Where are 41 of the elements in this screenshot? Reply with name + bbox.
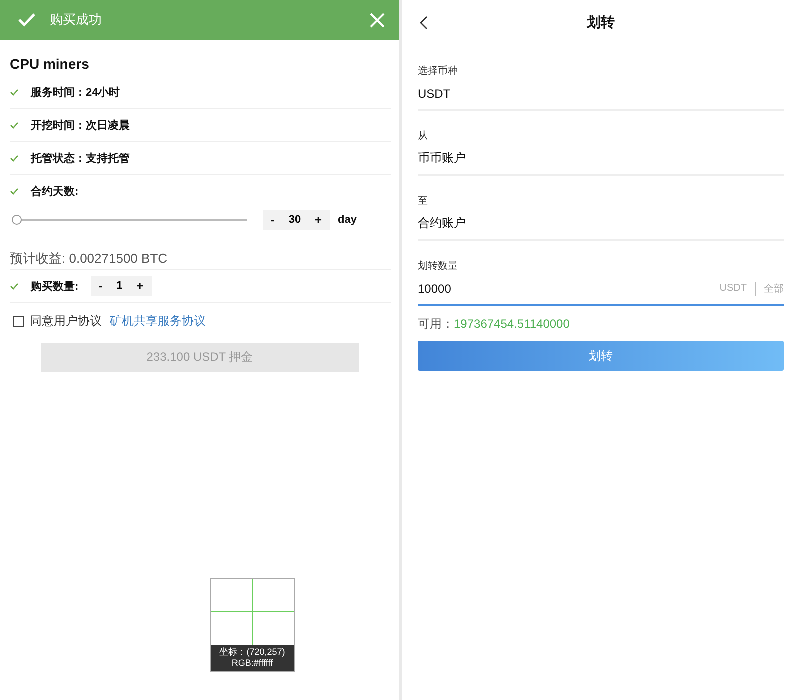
check-icon bbox=[10, 282, 19, 290]
select-field[interactable]: USDT bbox=[418, 78, 784, 111]
check-icon bbox=[10, 188, 19, 195]
amount-input[interactable]: 10000 bbox=[418, 282, 720, 296]
available-balance: 可用：197367454.51140000 bbox=[418, 316, 571, 333]
unit-label: day bbox=[338, 214, 357, 226]
contract-days-label: 合约天数: bbox=[31, 184, 79, 199]
stepper-value: 1 bbox=[116, 280, 124, 292]
plus-button[interactable]: + bbox=[134, 279, 146, 293]
banner-text: 购买成功 bbox=[50, 11, 103, 29]
slider-thumb[interactable] bbox=[12, 215, 22, 225]
minus-button[interactable]: - bbox=[96, 279, 105, 293]
check-icon bbox=[18, 13, 36, 27]
field-label: 从 bbox=[418, 130, 429, 143]
page-title: 划转 bbox=[587, 14, 615, 32]
feature-text: 服务时间：24小时 bbox=[31, 86, 120, 100]
back-icon[interactable] bbox=[420, 16, 428, 30]
check-icon bbox=[10, 88, 19, 96]
agreement-label: 同意用户协议 bbox=[30, 312, 102, 330]
unit-label: USDT bbox=[720, 283, 747, 294]
picker-info: 坐标：(720,257) RGB:#ffffff bbox=[211, 645, 294, 671]
quantity-label: 购买数量: bbox=[31, 280, 79, 294]
check-icon bbox=[10, 122, 19, 128]
days-slider[interactable] bbox=[12, 214, 249, 226]
service-agreement-link[interactable]: 矿机共享服务协议 bbox=[110, 312, 206, 330]
feature-text: 开挖时间：次日凌晨 bbox=[31, 118, 130, 132]
plus-button[interactable]: + bbox=[313, 213, 324, 227]
estimated-income: 预计收益: 0.00271500 BTC bbox=[10, 248, 391, 270]
close-icon[interactable] bbox=[370, 12, 385, 28]
select-field[interactable]: 合约账户 bbox=[418, 208, 784, 241]
minus-button[interactable]: - bbox=[269, 213, 277, 227]
select-field[interactable]: 币币账户 bbox=[418, 143, 784, 176]
check-icon bbox=[10, 154, 19, 162]
crosshair-icon bbox=[211, 579, 294, 645]
field-label: 划转数量 bbox=[418, 260, 459, 273]
product-title: CPU miners bbox=[10, 56, 90, 72]
stepper-value: 30 bbox=[288, 214, 302, 226]
field-label: 至 bbox=[418, 195, 429, 208]
field-label: 选择币种 bbox=[418, 64, 459, 78]
agree-checkbox[interactable] bbox=[13, 316, 24, 326]
feature-text: 托管状态：支持托管 bbox=[31, 152, 130, 166]
